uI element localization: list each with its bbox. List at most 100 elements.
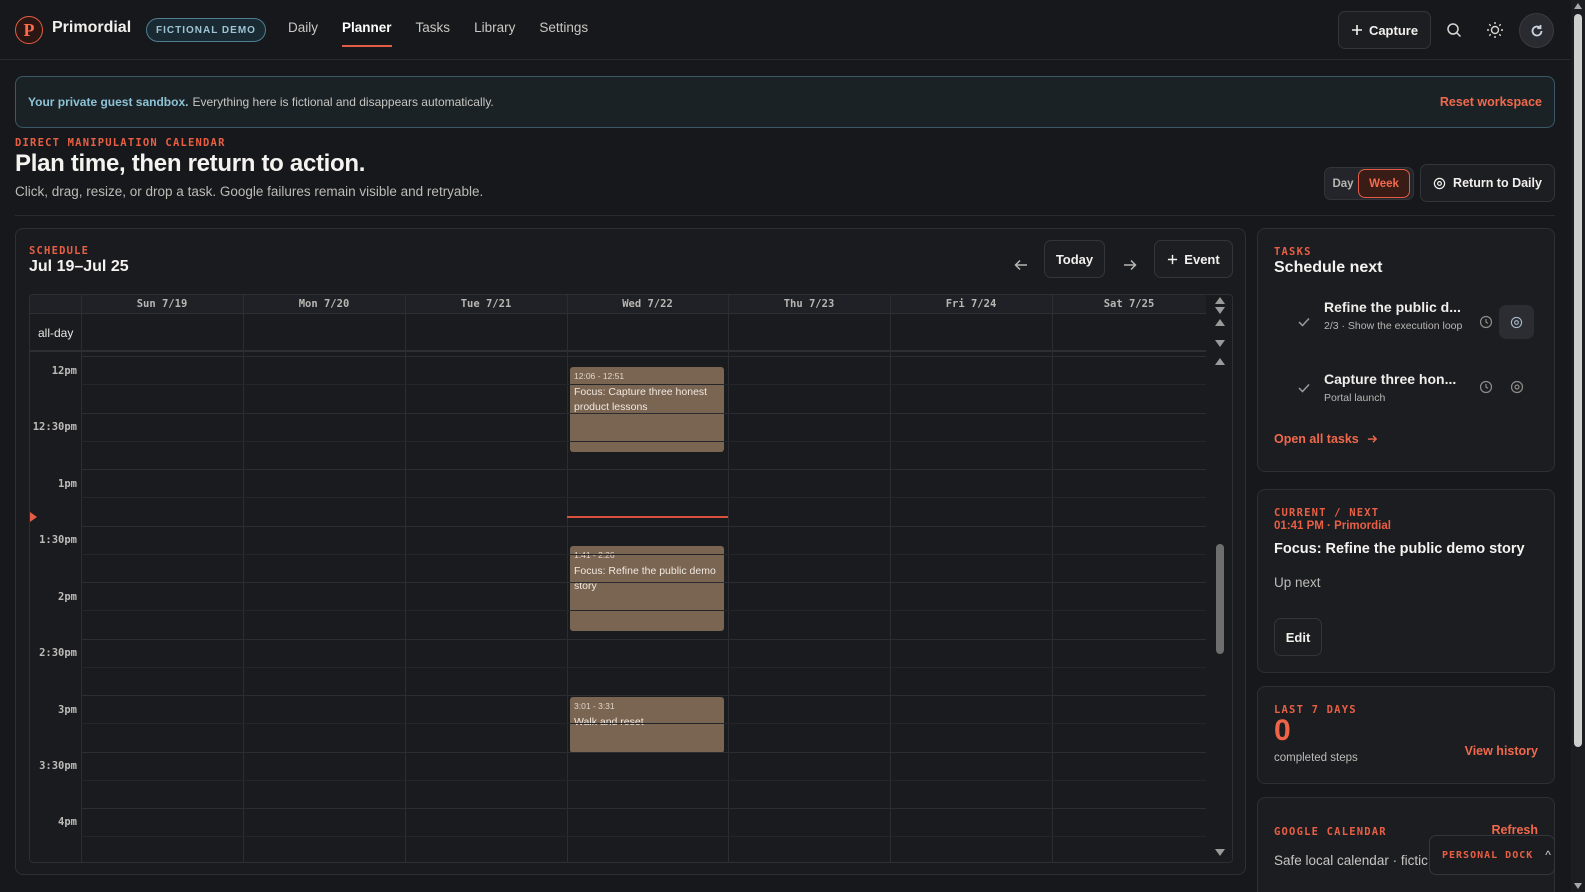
banner-strong: Your private guest sandbox.	[28, 95, 189, 109]
check-icon[interactable]	[1298, 383, 1310, 393]
target-icon[interactable]	[1510, 380, 1524, 394]
scroll-up-arrow[interactable]	[1215, 358, 1225, 365]
edit-button[interactable]: Edit	[1274, 618, 1322, 656]
calendar-event[interactable]: 12:06 - 12:51 Focus: Capture three hones…	[570, 367, 724, 453]
scroll-down-arrow[interactable]	[1574, 883, 1582, 889]
event-title: Focus: Refine the public demo story	[574, 565, 716, 593]
day-header-thu[interactable]: Thu 7/23	[728, 298, 890, 310]
grid-line	[81, 384, 1206, 386]
day-header-fri[interactable]: Fri 7/24	[890, 298, 1052, 310]
grid-line	[81, 412, 1206, 414]
clock-icon[interactable]	[1479, 380, 1493, 394]
scroll-up-arrow[interactable]	[1215, 297, 1225, 304]
check-icon[interactable]	[1298, 317, 1310, 327]
day-header-wed[interactable]: Wed 7/22	[567, 298, 728, 310]
scroll-down-arrow[interactable]	[1215, 849, 1225, 856]
scroll-down-arrow[interactable]	[1215, 340, 1225, 347]
grid-line	[81, 582, 1206, 583]
plus-icon	[1168, 254, 1178, 264]
banner-text: Everything here is fictional and disappe…	[192, 95, 494, 109]
nav-planner[interactable]: Planner	[342, 20, 392, 47]
grid-line	[81, 666, 1206, 668]
clock-icon[interactable]	[1479, 315, 1493, 329]
now-indicator-marker	[30, 512, 37, 523]
reset-workspace-link[interactable]: Reset workspace	[1440, 95, 1542, 109]
return-label: Return to Daily	[1453, 176, 1542, 190]
day-header-sat[interactable]: Sat 7/25	[1052, 298, 1206, 310]
tasks-title: Schedule next	[1274, 259, 1383, 276]
time-label: 1pm	[58, 478, 77, 490]
page-eyebrow: DIRECT MANIPULATION CALENDAR	[15, 137, 226, 149]
time-grid[interactable]: 12pm 12:30pm 1pm 1:30pm 2pm 2:30pm 3pm 3…	[30, 354, 1206, 862]
event-time: 3:01 - 3:31	[574, 700, 615, 711]
day-header-mon[interactable]: Mon 7/20	[243, 298, 405, 310]
nav-tasks[interactable]: Tasks	[416, 20, 451, 35]
page-scrollbar[interactable]	[1571, 0, 1585, 892]
prev-week-arrow-icon[interactable]	[1009, 253, 1033, 277]
nav-settings[interactable]: Settings	[539, 20, 588, 35]
chevron-up-icon[interactable]: ^	[1545, 848, 1551, 862]
next-week-arrow-icon[interactable]	[1118, 253, 1142, 277]
view-week-button[interactable]: Week	[1358, 169, 1410, 198]
all-day-row[interactable]: all-day	[30, 314, 1206, 352]
focus-target-button[interactable]	[1499, 305, 1534, 339]
current-next-card: CURRENT / NEXT 01:41 PM · Primordial Foc…	[1257, 489, 1555, 673]
search-icon[interactable]	[1444, 20, 1464, 40]
grid-line	[81, 836, 1206, 838]
current-title: Focus: Refine the public demo story	[1274, 541, 1525, 557]
personal-dock[interactable]: PERSONAL DOCK ^	[1429, 835, 1555, 875]
return-to-daily-button[interactable]: Return to Daily	[1420, 164, 1555, 202]
event-time: 1:41 - 2:26	[574, 550, 615, 561]
google-eyebrow: GOOGLE CALENDAR	[1274, 826, 1387, 838]
task-name: Capture three hon...	[1324, 371, 1457, 387]
tasks-card: TASKS Schedule next Refine the public d.…	[1257, 228, 1555, 472]
scroll-down-arrow[interactable]	[1215, 307, 1225, 314]
grid-line	[81, 751, 1206, 753]
add-event-button[interactable]: Event	[1154, 240, 1233, 278]
day-header-sun[interactable]: Sun 7/19	[81, 298, 243, 310]
calendar-event[interactable]: 1:41 - 2:26 Focus: Refine the public dem…	[570, 546, 724, 631]
event-time: 12:06 - 12:51	[574, 371, 625, 382]
grid-line	[81, 356, 1206, 357]
open-all-tasks-link[interactable]: Open all tasks	[1274, 432, 1378, 446]
page-scroll-thumb[interactable]	[1574, 14, 1582, 747]
nav-daily[interactable]: Daily	[288, 20, 318, 35]
grid-line	[81, 638, 1206, 640]
history-card: LAST 7 DAYS 0 completed steps View histo…	[1257, 686, 1555, 784]
nav-library[interactable]: Library	[474, 20, 515, 35]
personal-dock-label: PERSONAL DOCK	[1442, 849, 1534, 861]
add-event-label: Event	[1184, 251, 1220, 267]
google-status-text: Safe local calendar · fictic	[1274, 853, 1428, 868]
scroll-up-arrow[interactable]	[1574, 3, 1582, 9]
scroll-up-arrow[interactable]	[1215, 319, 1225, 326]
capture-button[interactable]: Capture	[1338, 11, 1431, 49]
calendar-scroll-thumb[interactable]	[1216, 544, 1224, 654]
view-history-link[interactable]: View history	[1465, 744, 1538, 758]
task-meta: 2/3 · Show the execution loop	[1324, 320, 1463, 332]
avatar[interactable]	[1519, 13, 1554, 48]
page-title: Plan time, then return to action.	[15, 150, 366, 177]
today-button[interactable]: Today	[1044, 240, 1105, 278]
completed-count: 0	[1274, 714, 1291, 747]
sun-icon[interactable]	[1485, 20, 1505, 40]
grid-line	[81, 497, 1206, 499]
app-logo[interactable]: P	[15, 16, 43, 44]
week-calendar: Sun 7/19 Mon 7/20 Tue 7/21 Wed 7/22 Thu …	[29, 294, 1233, 863]
open-all-tasks-label: Open all tasks	[1274, 432, 1359, 446]
schedule-range: Jul 19–Jul 25	[29, 258, 129, 275]
calendar-scrollbar[interactable]	[1206, 295, 1232, 862]
day-header-tue[interactable]: Tue 7/21	[405, 298, 567, 310]
plus-icon	[1351, 25, 1362, 35]
task-item[interactable]: Refine the public d... 2/3 · Show the ex…	[1274, 299, 1534, 349]
time-label: 3:30pm	[39, 760, 77, 772]
top-bar: P Primordial FICTIONAL DEMO Daily Planne…	[0, 0, 1570, 60]
schedule-eyebrow: SCHEDULE	[29, 245, 90, 257]
main-nav: Daily Planner Tasks Library Settings	[288, 20, 612, 47]
calendar-event[interactable]: 3:01 - 3:31 Walk and reset	[570, 696, 724, 754]
brand-name[interactable]: Primordial	[52, 19, 131, 37]
up-next-label: Up next	[1274, 575, 1321, 590]
view-day-button[interactable]: Day	[1328, 178, 1358, 190]
schedule-panel: SCHEDULE Jul 19–Jul 25 Today Event Sun 7…	[15, 228, 1246, 875]
task-item[interactable]: Capture three hon... Portal launch	[1274, 371, 1530, 405]
grid-line	[81, 553, 1206, 555]
